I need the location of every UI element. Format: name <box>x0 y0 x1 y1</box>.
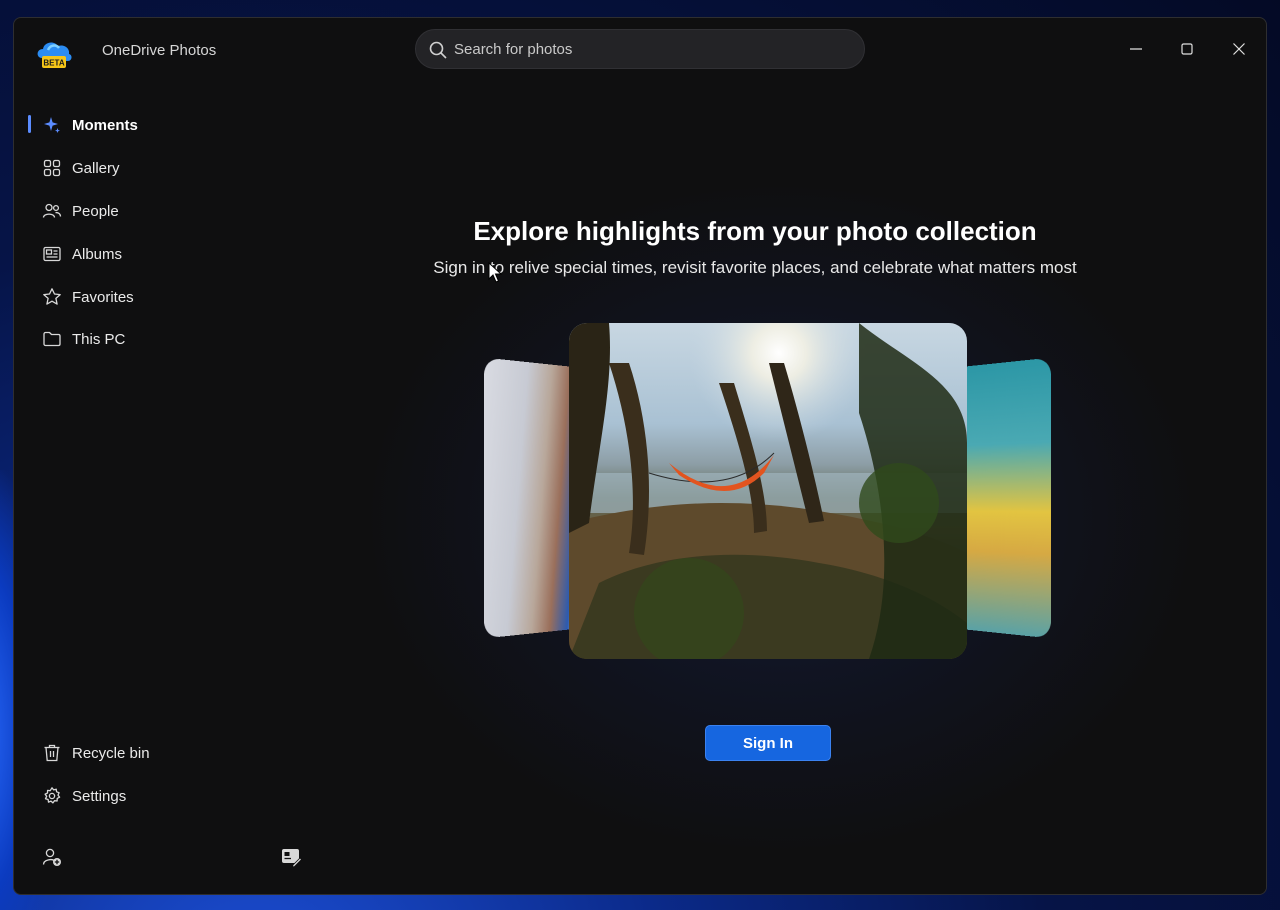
sidebar-item-label: This PC <box>72 330 126 348</box>
featured-photo <box>569 323 967 659</box>
maximize-icon <box>1181 43 1193 55</box>
sidebar-item-label: People <box>72 202 119 220</box>
close-icon <box>1233 43 1245 55</box>
sidebar-item-label: Settings <box>72 787 127 805</box>
sidebar-item-this-pc[interactable]: This PC <box>28 321 228 357</box>
maximize-button[interactable] <box>1169 34 1205 64</box>
onedrive-logo-icon: BETA <box>37 42 72 68</box>
sidebar-item-label: Albums <box>72 245 123 263</box>
gear-icon <box>42 786 62 806</box>
photo-collage <box>479 323 1059 663</box>
sidebar-item-recycle-bin[interactable]: Recycle bin <box>28 735 228 771</box>
hero-subtitle: Sign in to relive special times, revisit… <box>433 258 1077 277</box>
add-account-icon[interactable] <box>41 846 63 868</box>
feedback-icon[interactable] <box>280 846 302 868</box>
minimize-button[interactable] <box>1118 34 1154 64</box>
hero-title: Explore highlights from your photo colle… <box>473 216 1037 246</box>
sign-in-button[interactable]: Sign In <box>705 725 831 761</box>
sidebar-item-label: Recycle bin <box>72 744 150 762</box>
sidebar-item-albums[interactable]: Albums <box>28 236 228 272</box>
app-title: OneDrive Photos <box>102 42 217 59</box>
sidebar-item-settings[interactable]: Settings <box>28 778 228 814</box>
hammock-scene-image <box>569 323 967 659</box>
search-box[interactable]: Search for photos <box>415 29 865 69</box>
sidebar-item-label: Favorites <box>72 288 134 306</box>
sidebar-item-label: Gallery <box>72 159 120 177</box>
minimize-icon <box>1130 48 1142 50</box>
app-window: BETA OneDrive Photos Search for photos M… <box>13 17 1267 895</box>
people-icon <box>42 201 62 221</box>
sidebar-item-gallery[interactable]: Gallery <box>28 150 228 186</box>
sidebar-item-moments[interactable]: Moments <box>28 107 228 143</box>
sidebar-item-label: Moments <box>72 116 138 134</box>
sidebar-item-favorites[interactable]: Favorites <box>28 279 228 315</box>
sidebar-item-people[interactable]: People <box>28 193 228 229</box>
trash-icon <box>42 743 62 763</box>
album-icon <box>42 244 62 264</box>
sparkle-icon <box>42 115 62 135</box>
close-button[interactable] <box>1221 34 1257 64</box>
active-indicator <box>28 115 31 133</box>
beta-badge: BETA <box>43 59 64 68</box>
search-input[interactable]: Search for photos <box>454 41 572 58</box>
search-icon <box>429 41 447 59</box>
folder-icon <box>42 329 62 349</box>
title-bar: BETA OneDrive Photos Search for photos <box>14 18 1266 84</box>
star-icon <box>42 287 62 307</box>
grid-icon <box>42 158 62 178</box>
mouse-cursor-icon <box>488 262 503 283</box>
